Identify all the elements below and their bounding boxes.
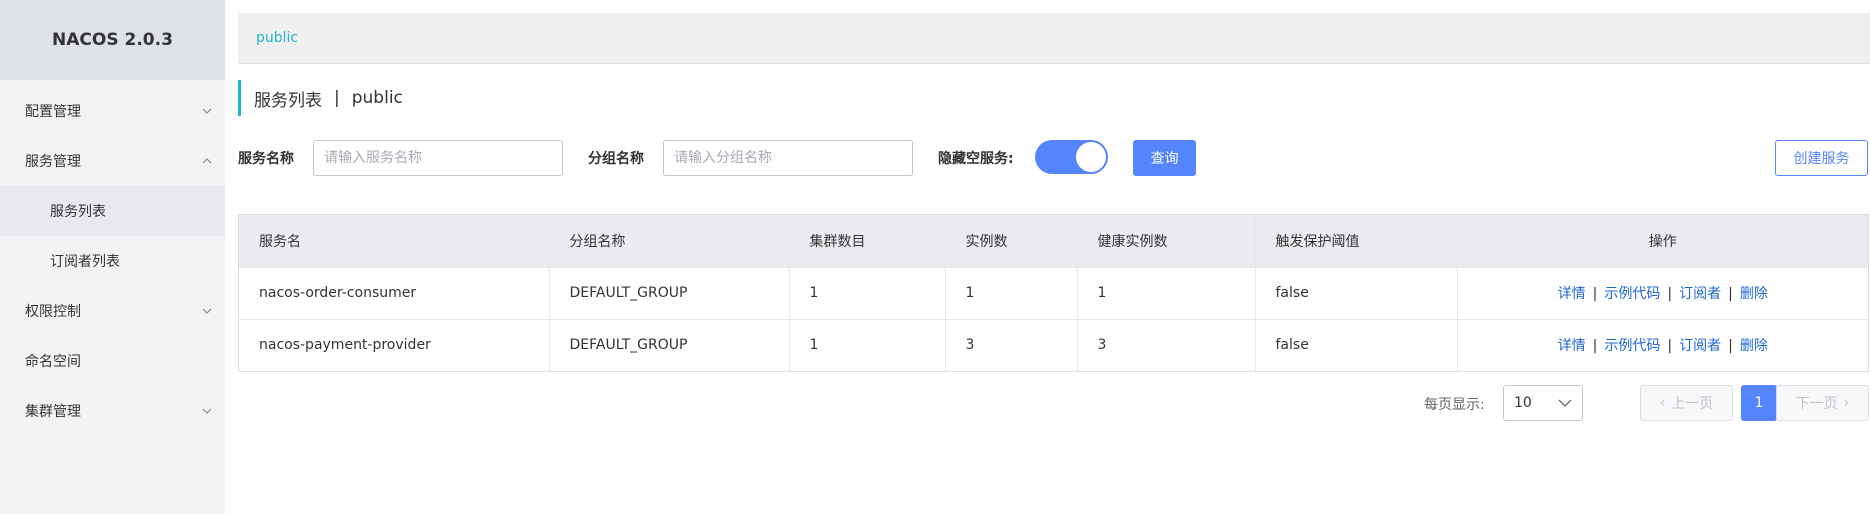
column-header: 分组名称 xyxy=(549,215,790,267)
column-header: 操作 xyxy=(1648,233,1677,250)
column-header: 健康实例数 xyxy=(1077,215,1256,267)
main-content: public 服务列表 | public 服务名称 分组名称 隐藏空服务: 查询… xyxy=(238,0,1870,514)
sidebar-item-service-mgmt[interactable]: 服务管理 xyxy=(0,136,225,186)
group-name-input[interactable] xyxy=(663,140,913,176)
group-name-cell: DEFAULT_GROUP xyxy=(549,319,790,371)
cluster-count-cell: 1 xyxy=(789,319,946,371)
action-separator: | xyxy=(1728,286,1733,302)
page-title: 服务列表 | public xyxy=(238,80,403,116)
query-button[interactable]: 查询 xyxy=(1133,140,1196,176)
sample-code-link[interactable]: 示例代码 xyxy=(1604,286,1660,302)
detail-link[interactable]: 详情 xyxy=(1558,286,1586,302)
page-title-text: 服务列表 xyxy=(254,90,322,111)
service-name-label: 服务名称 xyxy=(238,151,294,167)
create-service-button[interactable]: 创建服务 xyxy=(1775,140,1868,176)
threshold-cell: false xyxy=(1255,319,1458,371)
threshold-cell: false xyxy=(1255,267,1458,319)
brand-title: NACOS 2.0.3 xyxy=(0,0,225,80)
hide-empty-label: 隐藏空服务: xyxy=(938,151,1014,167)
group-name-label: 分组名称 xyxy=(588,151,644,167)
sidebar-item-label: 权限控制 xyxy=(25,304,81,320)
action-separator: | xyxy=(1592,338,1598,355)
sidebar-item-namespace[interactable]: 命名空间 xyxy=(0,336,225,386)
service-table: 服务名 分组名称 集群数目 实例数 健康实例数 触发保护阈值 操作 nacos-… xyxy=(238,214,1869,372)
next-page-label: 下一页 xyxy=(1795,396,1838,412)
chevron-down-icon xyxy=(201,105,213,117)
sidebar: NACOS 2.0.3 配置管理 服务管理 服务列表 订阅者列表 权限控制 命名… xyxy=(0,0,225,514)
page-size-value: 10 xyxy=(1514,395,1532,411)
title-separator: | xyxy=(334,88,340,108)
chevron-left-icon: ‹ xyxy=(1659,395,1666,411)
service-name-cell: nacos-order-consumer xyxy=(239,267,550,319)
action-separator: | xyxy=(1592,286,1598,302)
sidebar-item-subscriber-list[interactable]: 订阅者列表 xyxy=(0,236,225,286)
service-name-cell: nacos-payment-provider xyxy=(239,319,550,371)
table-header-row: 服务名 分组名称 集群数目 实例数 健康实例数 触发保护阈值 操作 xyxy=(239,215,1868,267)
sample-code-link[interactable]: 示例代码 xyxy=(1604,338,1660,354)
sidebar-item-label: 命名空间 xyxy=(25,354,81,370)
page-title-namespace: public xyxy=(351,88,403,108)
sidebar-item-cluster[interactable]: 集群管理 xyxy=(0,386,225,436)
action-separator: | xyxy=(1667,286,1673,302)
delete-link[interactable]: 删除 xyxy=(1740,338,1768,354)
page-size-select[interactable]: 10 xyxy=(1503,385,1583,421)
app-root: NACOS 2.0.3 配置管理 服务管理 服务列表 订阅者列表 权限控制 命名… xyxy=(0,0,1870,514)
sidebar-item-label: 订阅者列表 xyxy=(50,254,120,270)
delete-link[interactable]: 删除 xyxy=(1740,286,1768,302)
cluster-count-cell: 1 xyxy=(789,267,946,319)
sidebar-item-label: 服务管理 xyxy=(25,154,81,170)
group-name-cell: DEFAULT_GROUP xyxy=(549,267,790,319)
healthy-count-cell: 3 xyxy=(1077,319,1256,371)
sidebar-item-auth[interactable]: 权限控制 xyxy=(0,286,225,336)
healthy-count-cell: 1 xyxy=(1077,267,1256,319)
sidebar-item-label: 集群管理 xyxy=(25,404,81,420)
filter-bar: 服务名称 分组名称 隐藏空服务: 查询 创建服务 xyxy=(238,140,1870,176)
page-size-label: 每页显示: xyxy=(1424,397,1485,413)
detail-link[interactable]: 详情 xyxy=(1558,338,1586,354)
table-row: nacos-payment-provider DEFAULT_GROUP 1 3… xyxy=(239,319,1868,371)
service-name-input[interactable] xyxy=(313,140,563,176)
prev-page-label: 上一页 xyxy=(1671,396,1714,412)
next-page-button[interactable]: 下一页 › xyxy=(1776,385,1869,421)
actions-cell: 详情 | 示例代码 | 订阅者 | 删除 xyxy=(1457,319,1868,371)
chevron-down-icon xyxy=(201,305,213,317)
chevron-right-icon: › xyxy=(1843,395,1850,411)
sidebar-item-label: 服务列表 xyxy=(50,204,106,220)
chevron-up-icon xyxy=(201,155,213,167)
subscribers-link[interactable]: 订阅者 xyxy=(1679,286,1721,302)
column-header: 集群数目 xyxy=(789,215,946,267)
prev-page-button[interactable]: ‹ 上一页 xyxy=(1640,385,1733,421)
action-separator: | xyxy=(1728,338,1733,355)
table-row: nacos-order-consumer DEFAULT_GROUP 1 1 1… xyxy=(239,267,1868,319)
column-header: 触发保护阈值 xyxy=(1255,215,1458,267)
sidebar-item-config[interactable]: 配置管理 xyxy=(0,86,225,136)
namespace-link[interactable]: public xyxy=(256,30,298,46)
chevron-down-icon xyxy=(201,405,213,417)
sidebar-menu: 配置管理 服务管理 服务列表 订阅者列表 权限控制 命名空间 集群管理 xyxy=(0,80,225,436)
sidebar-item-label: 配置管理 xyxy=(25,104,81,120)
instance-count-cell: 1 xyxy=(945,267,1078,319)
toggle-knob xyxy=(1076,142,1106,172)
hide-empty-toggle[interactable] xyxy=(1035,140,1108,174)
namespace-bar: public xyxy=(238,13,1870,64)
action-separator: | xyxy=(1667,338,1673,355)
actions-cell: 详情 | 示例代码 | 订阅者 | 删除 xyxy=(1457,267,1868,319)
column-header: 实例数 xyxy=(945,215,1078,267)
column-header: 服务名 xyxy=(239,215,550,267)
chevron-down-icon xyxy=(1558,398,1572,408)
instance-count-cell: 3 xyxy=(945,319,1078,371)
subscribers-link[interactable]: 订阅者 xyxy=(1679,338,1721,354)
sidebar-item-service-list[interactable]: 服务列表 xyxy=(0,186,225,236)
page-number-current[interactable]: 1 xyxy=(1741,385,1777,421)
